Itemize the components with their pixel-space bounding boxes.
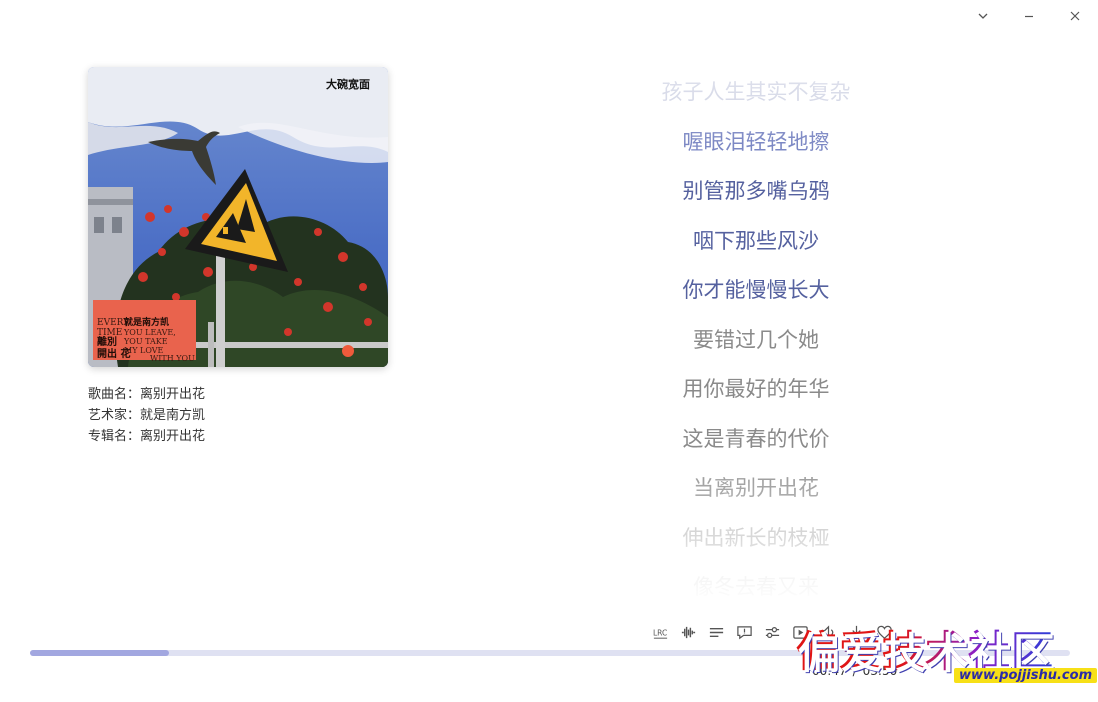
equalizer-button[interactable] xyxy=(762,622,783,642)
equalizer-icon xyxy=(765,626,780,638)
heart-icon xyxy=(877,625,892,639)
playlist-button[interactable] xyxy=(706,622,727,642)
minimize-icon xyxy=(1025,15,1033,18)
progress-bar[interactable] xyxy=(30,650,1070,656)
lyric-line[interactable]: 要错过几个她 xyxy=(600,316,912,366)
waveform-button[interactable] xyxy=(678,622,699,642)
lyric-line[interactable]: 孩子人生其实不复杂 xyxy=(600,68,912,118)
album-label: 专辑名： xyxy=(88,429,141,444)
lyric-line[interactable]: 咽下那些风沙 xyxy=(600,217,912,267)
lyrics-panel[interactable]: 孩子人生其实不复杂 喔眼泪轻轻地擦 别管那多嘴乌鸦 咽下那些风沙 你才能慢慢长大 要错过几… xyxy=(600,68,912,598)
lyric-line[interactable]: 像冬去春又来 xyxy=(600,563,912,598)
lrc-button[interactable]: LRC xyxy=(650,622,671,642)
close-icon xyxy=(1070,11,1080,21)
volume-icon xyxy=(821,624,834,640)
song-title-row: 歌曲名： 离别开出花 xyxy=(88,384,205,405)
volume-button[interactable] xyxy=(818,622,839,642)
artist-row: 艺术家： 就是南方凯 xyxy=(88,405,205,426)
svg-text:YOU LEAVE,: YOU LEAVE, xyxy=(123,328,176,337)
video-button[interactable] xyxy=(790,622,811,642)
chevron-down-icon xyxy=(978,13,988,19)
favorite-button[interactable] xyxy=(874,622,895,642)
total-time: 03:50 xyxy=(862,664,898,678)
download-icon xyxy=(850,625,863,639)
progress-fill xyxy=(30,650,170,656)
lyric-line[interactable]: 喔眼泪轻轻地擦 xyxy=(600,118,912,168)
comment-button[interactable] xyxy=(734,622,755,642)
lyric-line[interactable]: 你才能慢慢长大 xyxy=(600,266,912,316)
cover-logo-text: 大碗宽面 xyxy=(326,77,370,91)
lyric-line[interactable]: 伸出新长的枝桠 xyxy=(600,514,912,564)
current-time: 00:47 xyxy=(812,664,847,678)
lyric-line[interactable]: 别管那多嘴乌鸦 xyxy=(600,167,912,217)
player-toolbar: LRC xyxy=(650,622,895,642)
cover-artist-text: 就是南方凯 xyxy=(124,316,169,328)
close-button[interactable] xyxy=(1063,6,1087,26)
video-icon xyxy=(793,625,808,639)
collapse-button[interactable] xyxy=(971,6,995,26)
lyric-line[interactable]: 当离别开出花 xyxy=(600,464,912,514)
minimize-button[interactable] xyxy=(1017,6,1041,26)
lrc-icon: LRC xyxy=(653,628,667,639)
playlist-icon xyxy=(709,627,724,637)
cover-title-text-1: 離別 xyxy=(97,335,117,348)
svg-text:YOU TAKE: YOU TAKE xyxy=(123,337,168,346)
comment-icon xyxy=(737,625,752,639)
playback-time: 00:47 / 03:50 xyxy=(812,664,897,678)
album-name: 离别开出花 xyxy=(140,429,206,444)
album-row: 专辑名： 离别开出花 xyxy=(88,426,205,447)
lyric-line[interactable]: 用你最好的年华 xyxy=(600,365,912,415)
time-separator: / xyxy=(852,664,857,678)
svg-text:WITH YOU: WITH YOU xyxy=(150,354,195,363)
song-info: 歌曲名： 离别开出花 艺术家： 就是南方凯 专辑名： 离别开出花 xyxy=(88,384,205,447)
artist-label: 艺术家： xyxy=(88,408,141,423)
artist-name: 就是南方凯 xyxy=(140,408,206,423)
album-art-image: 大碗宽面 EVERY TIME 就是南方凯 YOU LEAVE, YOU TAK… xyxy=(88,67,388,367)
song-title: 离别开出花 xyxy=(140,387,206,402)
cover-title-text-2: 開出 花 xyxy=(97,347,130,360)
progress-track xyxy=(30,650,1070,656)
watermark-url: www.pojjishu.com xyxy=(954,668,1098,683)
song-title-label: 歌曲名： xyxy=(88,387,141,402)
download-button[interactable] xyxy=(846,622,867,642)
lrc-label: LRC xyxy=(653,628,667,637)
waveform-icon xyxy=(681,626,696,638)
album-cover: 大碗宽面 EVERY TIME 就是南方凯 YOU LEAVE, YOU TAK… xyxy=(88,67,388,367)
lyric-line[interactable]: 这是青春的代价 xyxy=(600,415,912,465)
